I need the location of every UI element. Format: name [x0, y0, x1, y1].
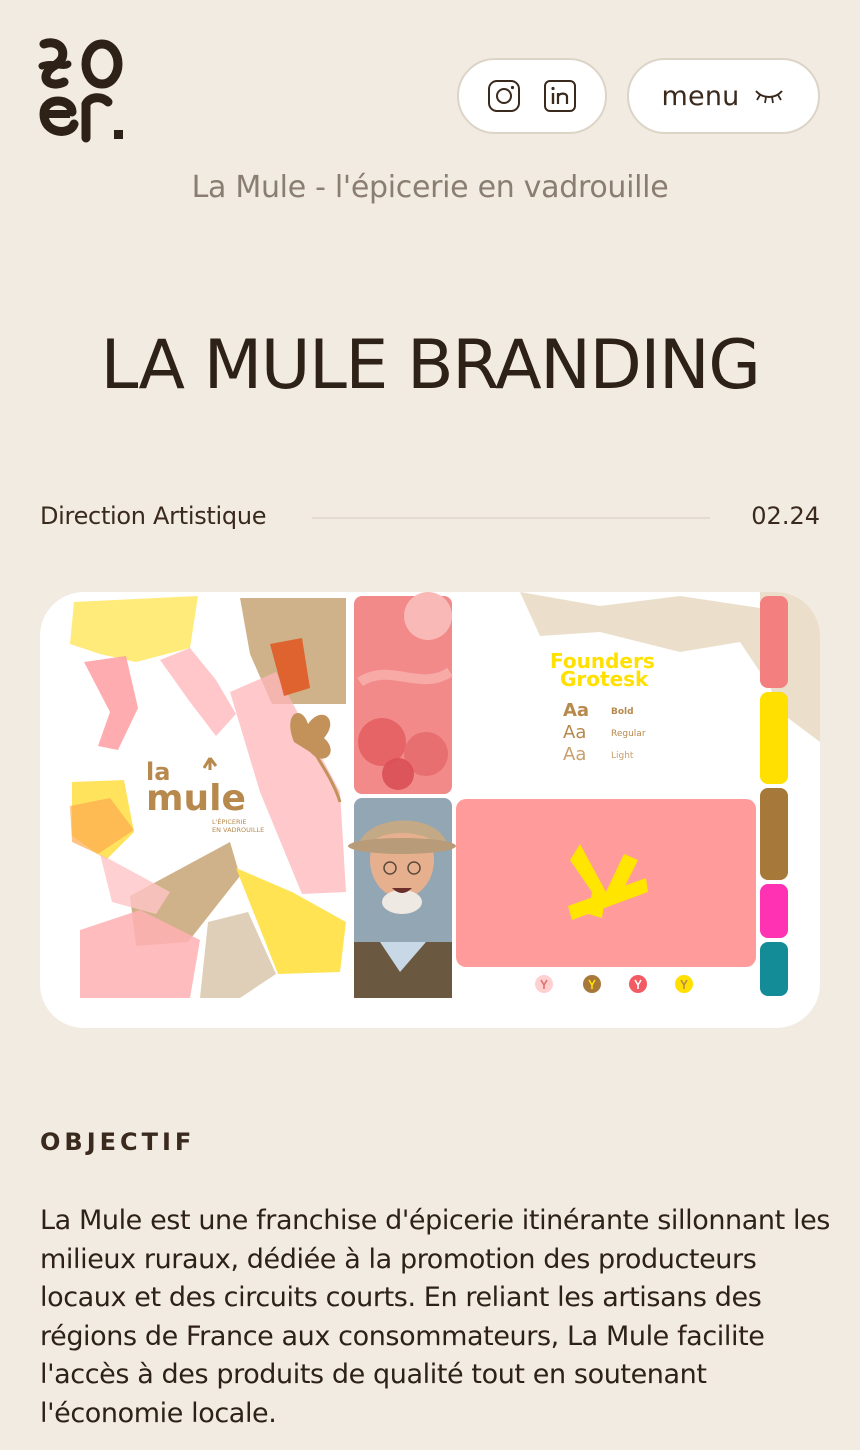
hero-moodboard-image: la mule L'ÉPICERIE EN VADROUILLE Founder… — [40, 592, 820, 1028]
weight-sample-bold: Aa — [563, 700, 589, 721]
palette-swatch — [760, 884, 788, 938]
palette-swatch — [760, 942, 788, 996]
instagram-link[interactable] — [487, 79, 521, 113]
color-palette — [760, 596, 788, 996]
palette-swatch — [760, 596, 788, 688]
palette-swatch — [760, 788, 788, 880]
linkedin-link[interactable] — [543, 79, 577, 113]
man-portrait-photo — [348, 798, 456, 998]
weight-sample-regular: Aa — [563, 722, 586, 743]
weight-label-regular: Regular — [611, 729, 646, 739]
section-label: OBJECTIF — [40, 1128, 196, 1156]
logo-symbol-card — [456, 799, 756, 967]
instagram-icon — [488, 80, 520, 112]
menu-label: menu — [661, 80, 740, 112]
brand-collage-panel: la mule L'ÉPICERIE EN VADROUILLE — [68, 596, 350, 998]
pink-photo-fruit — [354, 592, 453, 794]
social-links — [457, 58, 607, 134]
weight-label-light: Light — [611, 751, 634, 761]
objective-paragraph: La Mule est une franchise d'épicerie iti… — [40, 1205, 830, 1429]
project-date: 02.24 — [751, 502, 820, 530]
project-meta: Direction Artistique 02.24 — [40, 500, 820, 536]
closed-eye-icon — [755, 90, 784, 104]
site-logo[interactable] — [38, 38, 126, 144]
palette-swatch — [760, 692, 788, 784]
menu-button[interactable]: menu — [627, 58, 820, 134]
brand-tagline-2: EN VADROUILLE — [212, 826, 264, 834]
weight-label-bold: Bold — [611, 707, 634, 717]
brand-tagline-1: L'ÉPICERIE — [212, 817, 247, 826]
weight-sample-light: Aa — [563, 744, 586, 765]
linkedin-icon — [544, 80, 576, 112]
divider — [312, 517, 710, 519]
project-category: Direction Artistique — [40, 502, 267, 530]
logo-badges — [535, 975, 693, 993]
brand-name-text: mule — [146, 778, 246, 819]
project-subtitle: La Mule - l'épicerie en vadrouille — [191, 170, 669, 205]
logo-mark — [38, 38, 123, 143]
font-name-2: Grotesk — [560, 667, 649, 691]
page-title: LA MULE BRANDING — [100, 326, 762, 405]
moodboard-illustration: la mule L'ÉPICERIE EN VADROUILLE Founder… — [68, 592, 820, 998]
